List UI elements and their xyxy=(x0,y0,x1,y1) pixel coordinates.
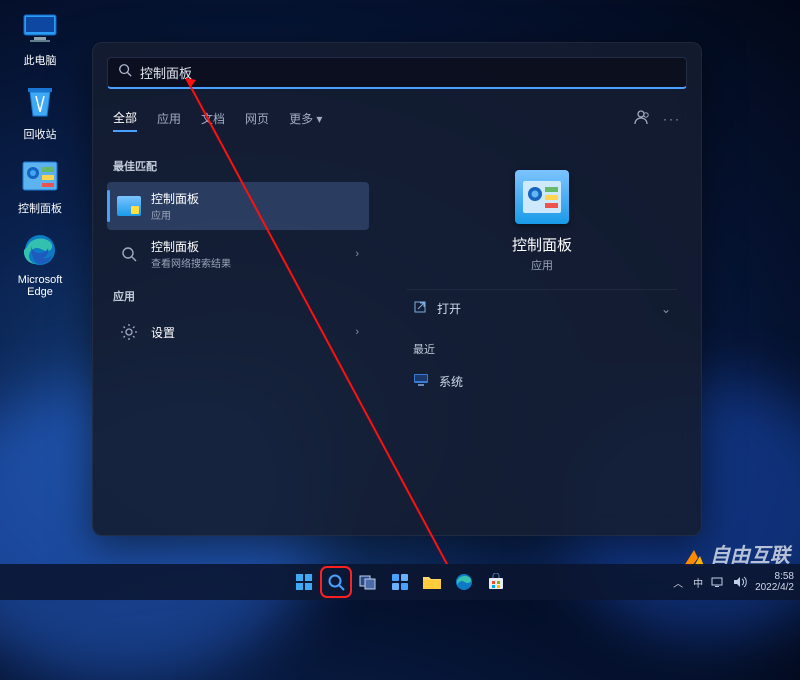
detail-column: 控制面板 应用 打开 ⌄ 最近 系统 xyxy=(383,142,701,535)
edge-icon xyxy=(20,230,60,270)
system-tray[interactable]: ︿ 中 8:58 2022/4/2 xyxy=(671,571,794,593)
result-settings[interactable]: 设置 › xyxy=(107,312,369,352)
chevron-right-icon: › xyxy=(355,248,359,260)
time: 8:58 xyxy=(775,571,794,582)
result-subtitle: 应用 xyxy=(151,207,199,222)
search-icon xyxy=(117,242,141,266)
detail-card: 控制面板 应用 xyxy=(407,152,677,289)
tab-docs[interactable]: 文档 xyxy=(201,106,225,131)
desktop-icon-control-panel[interactable]: 控制面板 xyxy=(8,156,72,216)
search-tabs: 全部 应用 文档 网页 更多 ▾ ··· xyxy=(93,97,701,142)
desktop-icon-recycle-bin[interactable]: 回收站 xyxy=(8,82,72,142)
taskbar-search-button[interactable] xyxy=(323,569,349,595)
result-control-panel[interactable]: 控制面板 应用 xyxy=(107,182,369,230)
recent-item-label: 系统 xyxy=(439,373,463,390)
clock[interactable]: 8:58 2022/4/2 xyxy=(755,571,794,593)
search-box[interactable] xyxy=(107,57,687,89)
control-panel-icon xyxy=(20,156,60,196)
chevron-down-icon: ▾ xyxy=(316,112,322,126)
desktop-icon-label: 控制面板 xyxy=(8,200,72,216)
detail-subtitle: 应用 xyxy=(407,257,677,273)
recent-label: 最近 xyxy=(413,341,671,357)
desktop-icon-label: Microsoft Edge xyxy=(8,274,72,298)
recent-item-system[interactable]: 系统 xyxy=(407,367,677,396)
more-icon[interactable]: ··· xyxy=(663,112,681,126)
action-label: 打开 xyxy=(437,300,461,317)
account-icon[interactable] xyxy=(633,109,649,128)
volume-icon[interactable] xyxy=(733,575,747,589)
chevron-right-icon: › xyxy=(355,326,359,338)
taskbar: ︿ 中 8:58 2022/4/2 xyxy=(0,564,800,600)
taskbar-explorer[interactable] xyxy=(419,569,445,595)
result-subtitle: 查看网络搜索结果 xyxy=(151,255,231,270)
detail-title: 控制面板 xyxy=(407,234,677,255)
control-panel-icon xyxy=(117,194,141,218)
search-icon xyxy=(118,63,132,82)
gear-icon xyxy=(117,320,141,344)
desktop-icon-label: 此电脑 xyxy=(8,52,72,68)
network-icon[interactable] xyxy=(711,575,725,589)
search-input[interactable] xyxy=(140,65,676,80)
tab-all[interactable]: 全部 xyxy=(113,105,137,132)
desktop-icon-edge[interactable]: Microsoft Edge xyxy=(8,230,72,298)
date: 2022/4/2 xyxy=(755,582,794,593)
ime-indicator[interactable]: 中 xyxy=(693,575,703,590)
system-icon xyxy=(413,373,429,390)
section-best-match: 最佳匹配 xyxy=(113,158,363,174)
start-button[interactable] xyxy=(291,569,317,595)
desktop-icon-this-pc[interactable]: 此电脑 xyxy=(8,8,72,68)
chevron-down-icon[interactable]: ⌄ xyxy=(661,302,671,316)
result-title: 设置 xyxy=(151,324,175,341)
tab-apps[interactable]: 应用 xyxy=(157,106,181,131)
section-apps: 应用 xyxy=(113,288,363,304)
control-panel-icon xyxy=(515,170,569,224)
results-column: 最佳匹配 控制面板 应用 控制面板 查看网络搜索结果 › 应用 xyxy=(93,142,383,535)
chevron-up-icon[interactable]: ︿ xyxy=(671,575,685,589)
tab-web[interactable]: 网页 xyxy=(245,106,269,131)
action-open[interactable]: 打开 ⌄ xyxy=(407,289,677,327)
taskbar-widgets[interactable] xyxy=(387,569,413,595)
bin-icon xyxy=(20,82,60,122)
taskbar-edge[interactable] xyxy=(451,569,477,595)
result-search-web[interactable]: 控制面板 查看网络搜索结果 › xyxy=(107,230,369,278)
result-title: 控制面板 xyxy=(151,190,199,207)
taskbar-store[interactable] xyxy=(483,569,509,595)
tab-more[interactable]: 更多 ▾ xyxy=(289,106,322,131)
result-title: 控制面板 xyxy=(151,238,231,255)
search-panel: 全部 应用 文档 网页 更多 ▾ ··· 最佳匹配 控制面板 应用 控制面板 xyxy=(92,42,702,536)
open-icon xyxy=(413,300,427,317)
taskbar-task-view[interactable] xyxy=(355,569,381,595)
pc-icon xyxy=(20,8,60,48)
desktop-icon-label: 回收站 xyxy=(8,126,72,142)
